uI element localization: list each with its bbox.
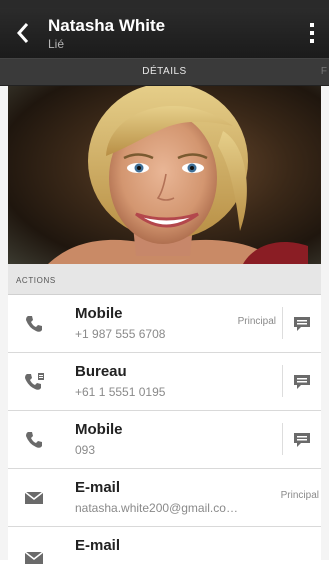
overflow-dot-icon: [310, 39, 314, 43]
actions-section-label: ACTIONS: [16, 276, 56, 285]
divider: [282, 307, 283, 339]
divider: [282, 423, 283, 455]
contact-row-value: +61 1 5551 0195: [75, 385, 166, 399]
contact-row-value: +1 987 555 6708: [75, 327, 166, 341]
contact-row-label: E-mail: [75, 537, 121, 554]
overflow-dot-icon: [310, 23, 314, 27]
message-icon: [294, 433, 310, 447]
overflow-dot-icon: [310, 31, 314, 35]
contact-row-email[interactable]: E-mail natasha.white200@gmail.co… Princi…: [8, 469, 321, 527]
left-gutter: [0, 86, 8, 560]
contact-row-mobile-2[interactable]: Mobile 093: [8, 411, 321, 469]
divider: [282, 365, 283, 397]
message-icon: [294, 375, 310, 389]
actions-section-header: ACTIONS: [8, 264, 321, 295]
chevron-left-icon: [16, 23, 29, 43]
contact-subtitle: Lié: [48, 37, 65, 51]
contact-row-label: Mobile: [75, 421, 123, 438]
status-bar: [0, 0, 329, 8]
phone-icon: [22, 313, 46, 335]
contact-row-mobile[interactable]: Mobile +1 987 555 6708 Principal: [8, 295, 321, 353]
contact-row-bureau[interactable]: Bureau +61 1 5551 0195: [8, 353, 321, 411]
envelope-icon: [22, 547, 46, 569]
contact-row-label: E-mail: [75, 479, 121, 496]
contact-name: Natasha White: [48, 16, 166, 35]
overflow-menu-button[interactable]: [303, 20, 321, 46]
portrait-illustration: [48, 86, 308, 264]
contact-row-label: Mobile: [75, 305, 123, 322]
contact-row-value: 093: [75, 443, 96, 457]
tab-details[interactable]: DÉTAILS: [0, 66, 329, 77]
message-icon: [294, 317, 310, 331]
send-message-button[interactable]: [291, 314, 313, 334]
app-bar: Natasha White Lié: [0, 8, 329, 59]
contact-row-value: natasha.white200@gmail.co…: [75, 501, 238, 515]
primary-badge: Principal: [237, 316, 276, 327]
envelope-icon: [22, 487, 46, 509]
primary-badge: Principal: [280, 490, 319, 501]
send-message-button[interactable]: [291, 430, 313, 450]
contact-row-email-2[interactable]: E-mail: [8, 527, 321, 567]
work-phone-icon: [22, 371, 46, 393]
tab-next-partial[interactable]: F: [321, 66, 327, 77]
phone-icon: [22, 429, 46, 451]
right-gutter: [321, 86, 329, 560]
back-button[interactable]: [12, 20, 34, 46]
tab-bar: DÉTAILS F: [0, 59, 329, 86]
send-message-button[interactable]: [291, 372, 313, 392]
contact-row-label: Bureau: [75, 363, 127, 380]
contact-photo[interactable]: [8, 86, 321, 264]
